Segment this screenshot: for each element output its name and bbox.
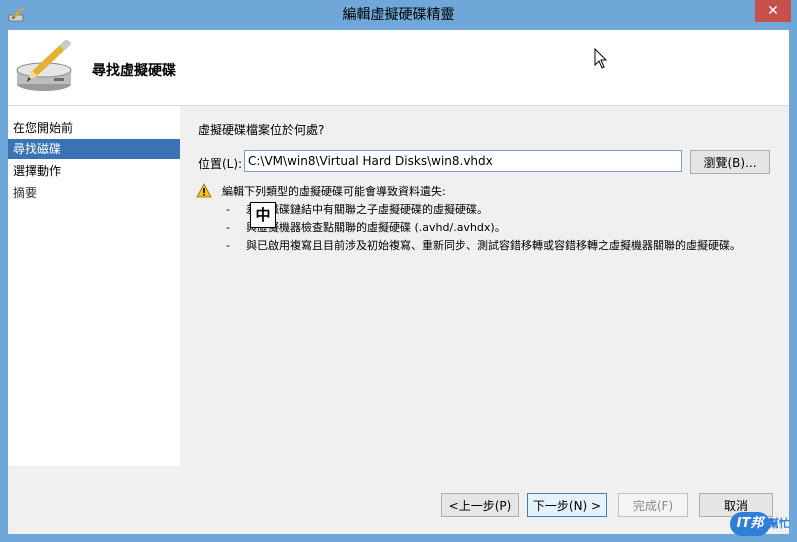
location-label: 位置(L): xyxy=(198,157,243,171)
page-title: 尋找虛擬硬碟 xyxy=(92,63,176,79)
wizard-client: 尋找虛擬硬碟 在您開始前 尋找磁碟 選擇動作 摘要 虛擬硬碟檔案位於何處? 位置… xyxy=(8,30,789,534)
wizard-header: 尋找虛擬硬碟 xyxy=(8,30,789,106)
wizard-content: 虛擬硬碟檔案位於何處? 位置(L): 瀏覽(B)... 編輯下列類型的虛擬硬碟可… xyxy=(180,106,789,466)
wizard-window: 編輯虛擬硬碟精靈 ✕ 尋找虛擬硬碟 在您開始前 尋找磁碟 選擇動作 摘要 虛擬硬… xyxy=(0,0,797,542)
previous-button[interactable]: <上一步(P) xyxy=(441,493,519,517)
warning-text: 編輯下列類型的虛擬硬碟可能會導致資料遺失: xyxy=(222,185,446,198)
close-button[interactable]: ✕ xyxy=(755,0,791,22)
title-bar[interactable]: 編輯虛擬硬碟精靈 ✕ xyxy=(0,0,797,30)
warning-item: 與虛擬機器檢查點關聯的虛擬硬碟 (.avhd/.avhdx)。 xyxy=(220,220,766,235)
ime-indicator: 中 xyxy=(250,202,276,228)
warning-item: 與已啟用複寫且目前涉及初始複寫、重新同步、測試容錯移轉或容錯移轉之虛擬機器關聯的… xyxy=(220,238,766,253)
step-choose-action[interactable]: 選擇動作 xyxy=(8,161,180,181)
finish-button[interactable]: 完成(F) xyxy=(618,493,688,517)
step-before-you-begin[interactable]: 在您開始前 xyxy=(8,118,180,138)
warning-list: 差異磁碟鏈結中有關聯之子虛擬硬碟的虛擬硬碟。 與虛擬機器檢查點關聯的虛擬硬碟 (… xyxy=(220,202,780,256)
step-summary[interactable]: 摘要 xyxy=(8,183,180,203)
window-title: 編輯虛擬硬碟精靈 xyxy=(342,7,455,23)
wizard-footer: <上一步(P) 下一步(N) > 完成(F) 取消 xyxy=(8,466,789,534)
mouse-cursor-icon xyxy=(594,48,608,69)
location-input[interactable] xyxy=(244,150,682,172)
step-locate-disk[interactable]: 尋找磁碟 xyxy=(8,139,180,159)
disk-pencil-icon xyxy=(16,40,72,91)
warning-item: 差異磁碟鏈結中有關聯之子虛擬硬碟的虛擬硬碟。 xyxy=(220,202,766,217)
browse-button[interactable]: 瀏覽(B)... xyxy=(690,150,770,174)
step-list: 在您開始前 尋找磁碟 選擇動作 摘要 xyxy=(8,106,181,466)
ithome-logo: IT邦 xyxy=(730,512,770,536)
ithome-logo-text: 幫忙 xyxy=(768,517,790,530)
ithome-watermark: IT邦 幫忙 xyxy=(730,512,794,538)
location-question: 虛擬硬碟檔案位於何處? xyxy=(198,123,325,137)
next-button[interactable]: 下一步(N) > xyxy=(527,493,607,517)
warning-icon xyxy=(196,183,212,198)
